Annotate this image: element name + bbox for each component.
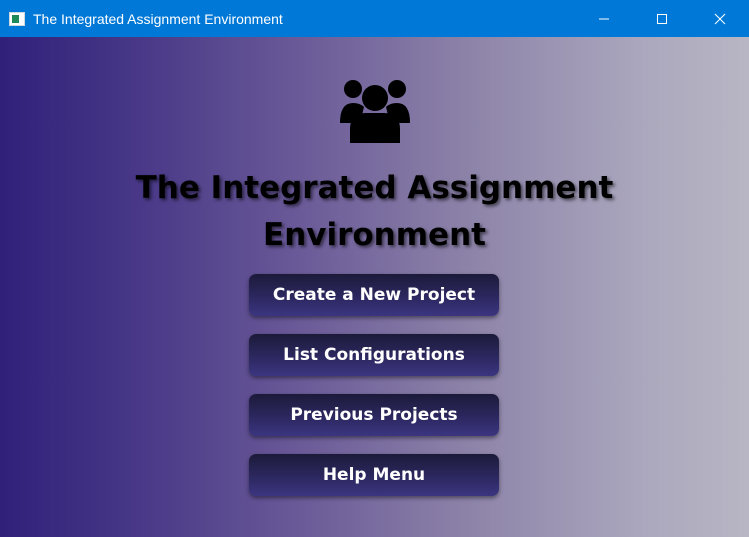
page-title: The Integrated Assignment Environment — [0, 165, 749, 259]
title-bar[interactable]: The Integrated Assignment Environment — [0, 0, 749, 37]
page-title-line1: The Integrated Assignment — [135, 170, 614, 206]
window-controls — [575, 0, 749, 37]
users-group-icon — [340, 80, 410, 143]
minimize-button[interactable] — [575, 0, 633, 37]
page-title-line2: Environment — [263, 217, 486, 253]
window-title: The Integrated Assignment Environment — [33, 10, 283, 27]
minimize-icon — [599, 18, 609, 19]
main-panel: The Integrated Assignment Environment Cr… — [0, 37, 749, 537]
close-icon — [714, 13, 726, 24]
app-icon — [9, 11, 25, 26]
close-button[interactable] — [691, 0, 749, 37]
maximize-icon — [657, 13, 667, 24]
app-window: The Integrated Assignment Environment Th… — [0, 0, 749, 537]
create-new-project-button[interactable]: Create a New Project — [249, 274, 499, 316]
previous-projects-button[interactable]: Previous Projects — [249, 394, 499, 436]
list-configurations-button[interactable]: List Configurations — [249, 334, 499, 376]
help-menu-button[interactable]: Help Menu — [249, 454, 499, 496]
maximize-button[interactable] — [633, 0, 691, 37]
